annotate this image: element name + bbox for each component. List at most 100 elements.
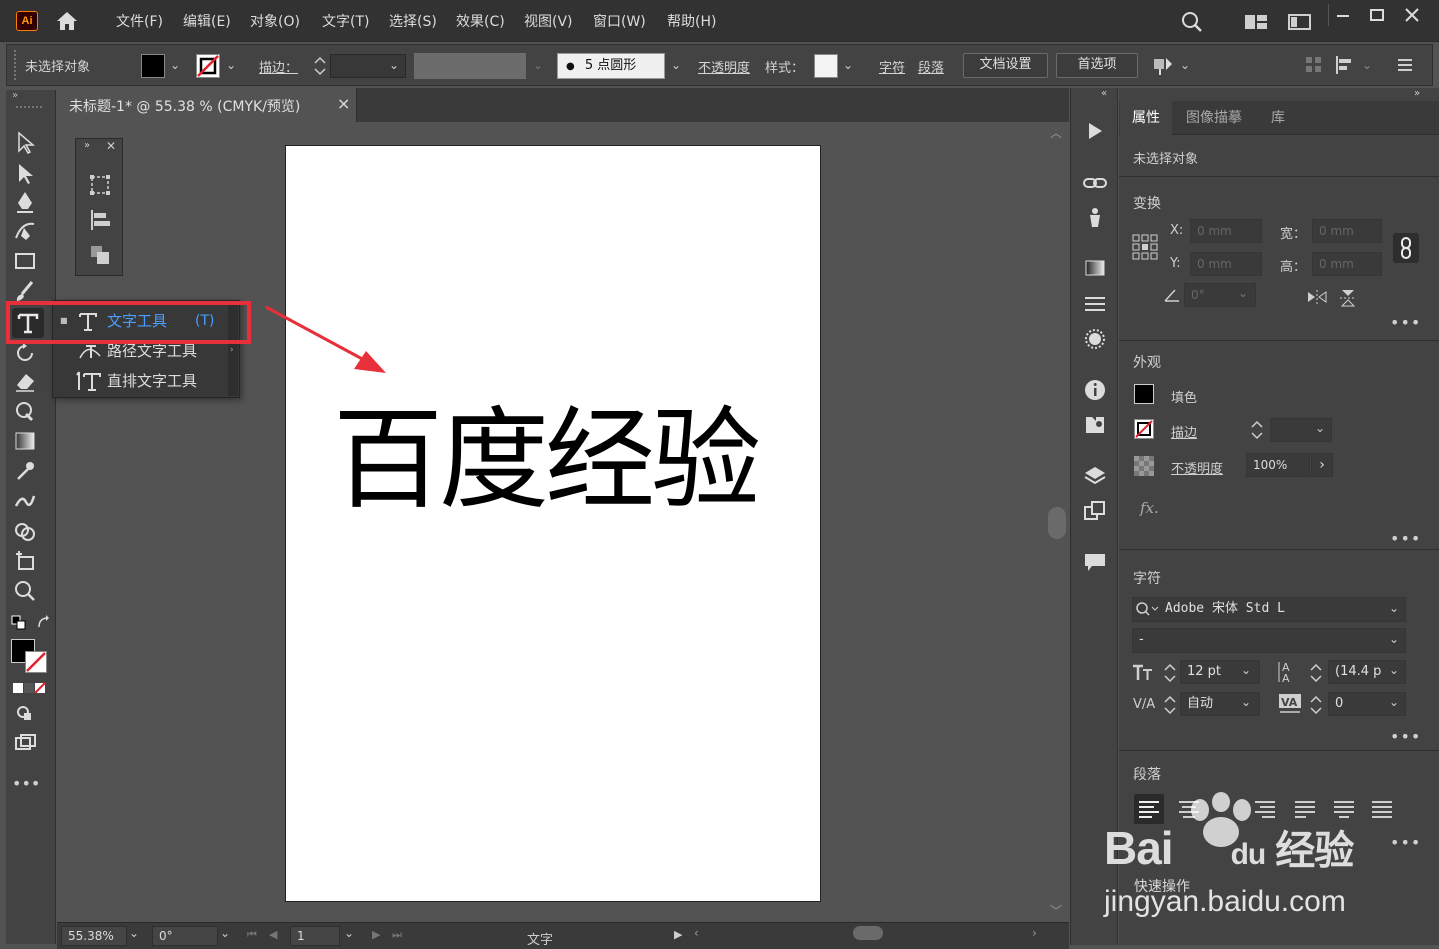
scroll-down-icon[interactable]: ﹀ [1050,902,1062,919]
variable-width-profile[interactable] [414,53,526,79]
artboards-panel-icon[interactable] [1082,499,1108,523]
status-menu-icon[interactable]: ▶ [674,928,682,941]
gradient-tool-icon[interactable] [12,428,38,454]
menu-help[interactable]: 帮助(H) [667,11,716,31]
appearance-stroke-chevron-icon[interactable]: ⌄ [1315,421,1325,435]
prev-artboard-icon[interactable]: ◀ [269,928,277,941]
zoom-chevron-icon[interactable]: ⌄ [129,926,139,940]
tracking-stepper[interactable] [1308,692,1324,718]
rotation-chevron-icon[interactable]: ⌄ [220,926,230,940]
tab-image-trace[interactable]: 图像描摹 [1174,101,1254,135]
character-more-icon[interactable]: ••• [1390,727,1421,746]
shape-builder-tool-icon[interactable] [12,518,38,544]
vertical-scroll-thumb[interactable] [1048,507,1066,539]
fill-swatch[interactable] [141,54,165,78]
width-field[interactable]: 0 mm [1312,219,1382,243]
transparency-panel-icon[interactable] [1082,327,1108,351]
strip-collapse-icon[interactable]: « [1101,88,1107,99]
doc-tab-close-icon[interactable]: × [337,94,350,113]
appearance-more-icon[interactable]: ••• [1390,529,1421,548]
style-chevron-icon[interactable]: ⌄ [843,58,853,72]
artboard-text[interactable]: 百度经验 [333,370,761,530]
eyedropper-tool-icon[interactable] [12,458,38,484]
appearance-opacity-label[interactable]: 不透明度 [1171,458,1223,477]
scroll-up-icon[interactable]: ︿ [1050,124,1062,141]
appearance-fill-swatch[interactable] [1134,384,1154,404]
prefs-button[interactable]: 首选项 [1056,53,1138,78]
panel-expand-icon[interactable]: » [1414,88,1420,99]
tab-libraries[interactable]: 库 [1259,101,1297,135]
font-style-chevron-icon[interactable]: ⌄ [1389,632,1399,646]
links-icon[interactable] [1082,171,1108,195]
fill-dropdown-icon[interactable]: ⌄ [170,58,180,72]
font-style-field[interactable]: - [1132,628,1406,653]
font-family-chevron-icon[interactable]: ⌄ [1389,601,1399,615]
stroke-label[interactable]: 描边： [259,57,298,76]
tracking-chevron-icon[interactable]: ⌄ [1389,695,1399,709]
arrange-docs-icon[interactable] [1244,13,1268,31]
menu-view[interactable]: 视图(V) [524,11,573,31]
appearance-stroke-label[interactable]: 描边 [1171,422,1197,441]
zoom-field[interactable]: 55.38% [61,926,127,946]
default-colors-icon[interactable] [11,615,27,631]
char-link[interactable]: 字符 [879,57,905,76]
kerning-chevron-icon[interactable]: ⌄ [1241,695,1251,709]
reference-point-icon[interactable] [1132,234,1158,260]
direct-selection-tool-icon[interactable] [12,160,38,186]
collapse-arrows-icon[interactable]: » [12,90,18,101]
flyout-expand-icon[interactable]: › [230,345,234,355]
next-artboard-icon[interactable]: ▶ [372,928,380,941]
draw-mode-icon[interactable] [12,700,38,726]
stroke-dropdown-icon[interactable]: ⌄ [226,58,236,72]
profile-chevron-icon[interactable]: ⌄ [533,58,543,72]
pathfinder-icon[interactable] [88,243,112,267]
stroke-panel-icon[interactable] [1082,292,1108,316]
actions-play-icon[interactable] [1082,119,1108,143]
height-field[interactable]: 0 mm [1312,252,1382,276]
transform-more-icon[interactable]: ••• [1390,313,1421,332]
eraser-tool-icon[interactable] [12,368,38,394]
quick-actions-chevron-icon[interactable]: ⌄ [1180,58,1190,72]
menu-object[interactable]: 对象(O) [250,11,300,31]
close-button[interactable] [1398,4,1426,26]
search-icon[interactable] [1180,10,1204,34]
layers-icon[interactable] [1082,464,1108,488]
menu-window[interactable]: 窗口(W) [593,11,646,31]
blend-tool-icon[interactable] [12,488,38,514]
stroke-weight-stepper[interactable] [1248,418,1266,442]
align-chevron-icon[interactable]: ⌄ [1362,58,1372,72]
font-size-stepper[interactable] [1162,660,1178,686]
minimize-button[interactable] [1328,4,1356,26]
x-field[interactable]: 0 mm [1190,219,1262,243]
artboard-tool-icon[interactable] [12,548,38,574]
leading-chevron-icon[interactable]: ⌄ [1389,663,1399,677]
font-search-icon[interactable] [1135,600,1161,618]
opacity-field[interactable]: 100% [1246,453,1310,477]
maximize-button[interactable] [1363,4,1391,26]
horizontal-scroll-thumb[interactable] [853,926,883,940]
stroke-color-box[interactable] [25,651,47,673]
brush-chevron-icon[interactable]: ⌄ [671,58,681,72]
stroke-stepper[interactable] [311,54,329,78]
transform-bounds-icon[interactable] [88,173,112,197]
edit-toolbar-icon[interactable]: ••• [12,771,40,797]
stroke-swatch[interactable] [196,54,220,78]
menu-file[interactable]: 文件(F) [116,11,163,31]
flyout-item-vertical-type-tool[interactable]: 直排文字工具 [60,366,230,396]
workspace-icon[interactable] [1288,13,1312,31]
last-artboard-icon[interactable]: ⏭ [392,928,402,942]
pen-tool-icon[interactable] [12,189,38,215]
fx-button[interactable]: fx. [1140,499,1159,517]
gradient-panel-icon[interactable] [1082,256,1108,280]
doc-setup-button[interactable]: 文档设置 [963,53,1048,78]
zoom-tool-icon[interactable] [12,578,38,604]
float-expand-icon[interactable]: » [84,140,90,151]
rectangle-tool-icon[interactable] [12,248,38,274]
stroke-weight-chevron-icon[interactable]: ⌄ [389,58,399,72]
menu-edit[interactable]: 编辑(E) [183,11,231,31]
artboard-number-field[interactable]: 1 [290,926,340,946]
flip-vertical-icon[interactable] [1338,288,1358,308]
align-left-icon[interactable] [1334,55,1358,75]
angle-chevron-icon[interactable]: ⌄ [1238,286,1248,300]
float-close-icon[interactable]: ✕ [106,139,116,153]
